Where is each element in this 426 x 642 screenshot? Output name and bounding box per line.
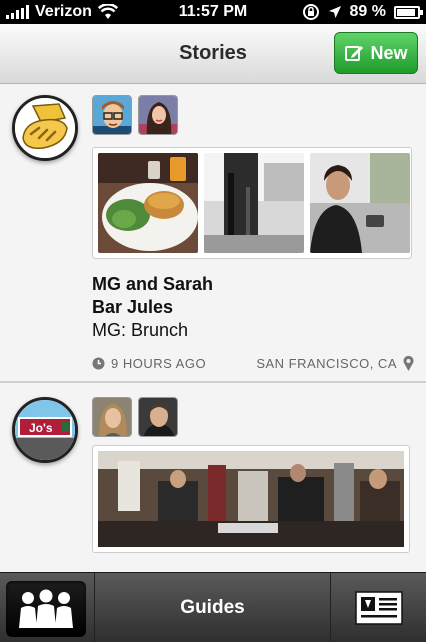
new-story-button[interactable]: New <box>334 32 418 74</box>
photo-street[interactable] <box>204 153 304 253</box>
clock-icon <box>92 357 105 370</box>
avatar[interactable] <box>92 397 132 437</box>
jos-sign-icon[interactable]: Jo's <box>12 397 78 463</box>
story-participants: MG and Sarah <box>92 274 214 294</box>
tab-bar: Guides <box>0 572 426 642</box>
avatar[interactable] <box>138 397 178 437</box>
participant-avatars <box>92 397 178 437</box>
stories-feed[interactable]: MG and Sarah Bar Jules MG: Brunch 9 HOUR… <box>0 85 426 572</box>
participant-avatars <box>92 95 178 135</box>
story-location: SAN FRANCISCO, CA <box>256 356 397 371</box>
compose-icon <box>345 46 364 61</box>
battery-percent: 89 % <box>349 3 386 20</box>
avatar[interactable] <box>92 95 132 135</box>
story-venue: Bar Jules <box>92 297 174 317</box>
story-time-ago: 9 HOURS AGO <box>111 356 207 371</box>
photo-brunch[interactable] <box>98 153 198 253</box>
battery-icon <box>394 5 423 19</box>
nav-bar: Stories New <box>0 24 426 84</box>
story-meta: 9 HOURS AGO SAN FRANCISCO, CA <box>92 356 414 371</box>
location-pin-icon <box>403 356 414 371</box>
rotation-lock-icon <box>302 4 319 20</box>
battery-fill <box>397 8 415 16</box>
status-bar: Verizon 11:57 PM 89 % <box>0 0 426 24</box>
story-text[interactable]: MG and Sarah Bar Jules MG: Brunch <box>92 273 213 342</box>
tab-newspaper[interactable] <box>331 573 426 642</box>
avatar[interactable] <box>138 95 178 135</box>
location-services-icon <box>328 6 341 18</box>
photo-crowd[interactable] <box>92 445 410 553</box>
jos-sign-text: Jo's <box>29 421 53 435</box>
story-item[interactable]: MG and Sarah Bar Jules MG: Brunch 9 HOUR… <box>0 85 426 383</box>
new-button-label: New <box>370 42 408 63</box>
tab-guides[interactable]: Guides <box>95 573 330 642</box>
tab-people[interactable] <box>6 581 86 637</box>
people-icon <box>19 589 73 628</box>
photo-person[interactable] <box>310 153 410 253</box>
bread-icon[interactable] <box>12 95 78 161</box>
newspaper-icon <box>354 591 403 625</box>
story-caption: MG: Brunch <box>92 320 189 340</box>
photo-strip[interactable] <box>92 147 412 259</box>
story-item[interactable]: Jo's <box>0 383 426 572</box>
